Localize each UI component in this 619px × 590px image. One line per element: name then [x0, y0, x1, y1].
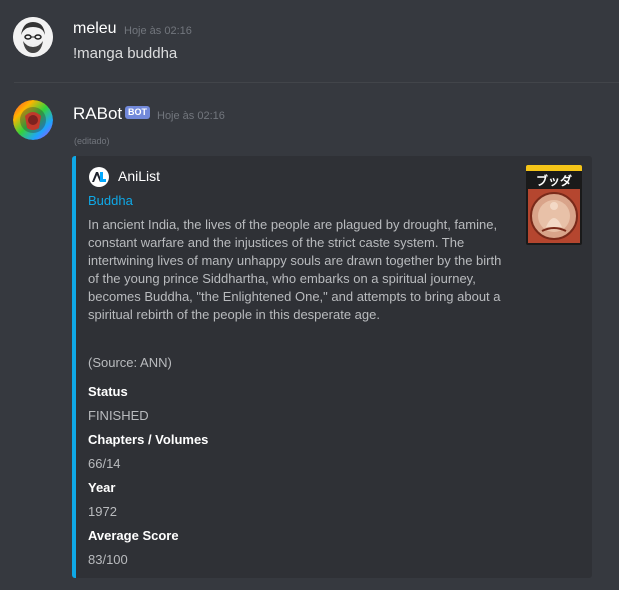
field-score-value: 83/100: [88, 552, 128, 567]
embed-description: In ancient India, the lives of the peopl…: [88, 217, 502, 322]
thumbnail-title: ブッダ: [535, 174, 572, 188]
anilist-logo-icon: [89, 167, 109, 187]
field-chapters-value: 66/14: [88, 456, 121, 471]
field-year-value: 1972: [88, 504, 117, 519]
bot-badge: BOT: [125, 106, 150, 119]
field-score-name: Average Score: [88, 528, 179, 543]
message-timestamp: Hoje às 02:16: [124, 25, 192, 37]
embed-author[interactable]: AniList: [118, 168, 160, 184]
field-status-value: FINISHED: [88, 408, 149, 423]
embed: AniList Buddha In ancient India, the liv…: [72, 156, 592, 578]
embed-source: (Source: ANN): [88, 355, 172, 370]
field-chapters-name: Chapters / Volumes: [88, 432, 209, 447]
message-divider: [14, 82, 619, 83]
field-year-name: Year: [88, 480, 116, 495]
embed-thumbnail[interactable]: ブッダ: [526, 165, 582, 245]
avatar-rabot[interactable]: [13, 100, 53, 140]
message-content: !manga buddha: [73, 45, 178, 62]
message-timestamp: Hoje às 02:16: [157, 110, 225, 122]
field-status-name: Status: [88, 384, 128, 399]
username-meleu[interactable]: meleu: [73, 20, 117, 38]
edited-label: (editado): [74, 136, 110, 146]
avatar-meleu[interactable]: [13, 17, 53, 57]
username-rabot[interactable]: RABot: [73, 104, 122, 124]
embed-title[interactable]: Buddha: [88, 193, 133, 208]
